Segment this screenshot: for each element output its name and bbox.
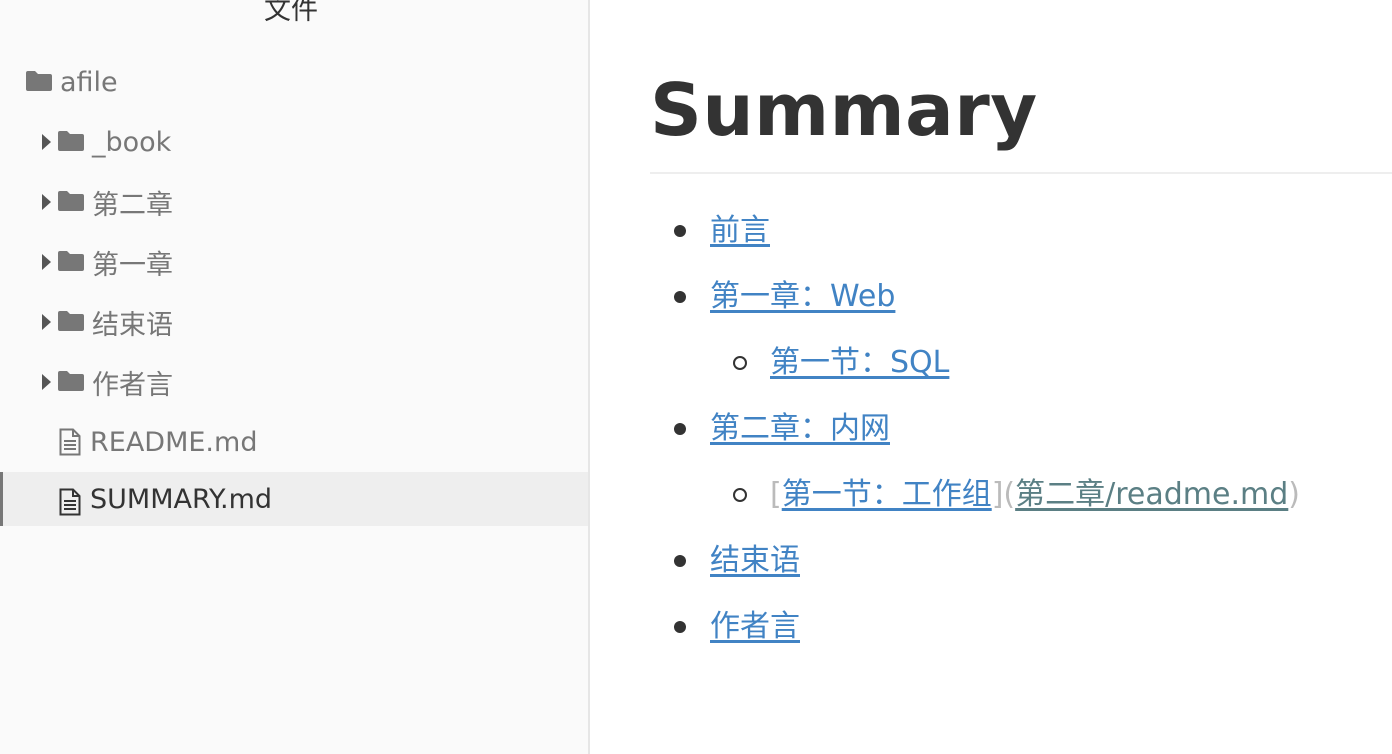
- file-icon: [59, 488, 81, 516]
- toc-link-chapter-2[interactable]: 第二章：内网: [710, 411, 890, 446]
- toc-item: 第二章：内网: [710, 409, 890, 449]
- file-sidebar: 文件 afile _book 第二章 第一章 结束语 作者言 README.md…: [0, 0, 590, 754]
- folder-icon: [58, 311, 84, 331]
- tree-item-label: 第二章: [92, 189, 173, 221]
- toc-item: 作者言: [710, 607, 800, 647]
- toc-link-epilogue[interactable]: 结束语: [710, 543, 800, 578]
- folder-icon: [58, 251, 84, 271]
- markdown-link-url[interactable]: 第二章/readme.md: [1015, 477, 1288, 512]
- markdown-bracket: [: [770, 477, 782, 512]
- bullet-icon: [674, 291, 686, 303]
- tree-file-summary[interactable]: SUMMARY.md: [0, 472, 588, 526]
- tree-item-label: _book: [92, 126, 172, 158]
- toc-item: 结束语: [710, 541, 800, 581]
- sub-bullet-icon: [733, 488, 747, 502]
- tree-item-label: 结束语: [92, 309, 173, 341]
- tree-item-epilogue[interactable]: 结束语: [0, 295, 588, 349]
- app-window: 文件 afile _book 第二章 第一章 结束语 作者言 README.md…: [0, 0, 1392, 754]
- expand-arrow-icon[interactable]: [42, 134, 51, 150]
- tree-item-label: 第一章: [92, 249, 173, 281]
- expand-arrow-icon[interactable]: [42, 314, 51, 330]
- bullet-icon: [674, 555, 686, 567]
- folder-icon: [58, 191, 84, 211]
- heading-divider: [650, 172, 1392, 174]
- tree-item-chapter-2[interactable]: 第二章: [0, 175, 588, 229]
- sub-bullet-icon: [733, 356, 747, 370]
- toc-link-author-note[interactable]: 作者言: [710, 609, 800, 644]
- markdown-bracket: ](: [991, 477, 1016, 512]
- toc-link-chapter-1[interactable]: 第一章：Web: [710, 279, 895, 314]
- toc-item: 第一章：Web: [710, 277, 895, 317]
- tree-item-author-note[interactable]: 作者言: [0, 355, 588, 409]
- toc-link-section-sql[interactable]: 第一节：SQL: [770, 345, 949, 380]
- file-icon: [59, 428, 81, 456]
- page-title: Summary: [650, 68, 1038, 152]
- expand-arrow-icon[interactable]: [42, 194, 51, 210]
- folder-icon: [26, 71, 52, 91]
- toc-item: 前言: [710, 211, 770, 251]
- toc-subitem-raw-link: [第一节：工作组](第二章/readme.md): [770, 475, 1300, 515]
- document-editor[interactable]: Summary 前言 第一章：Web 第一节：SQL 第二章：内网 [第一节：工…: [590, 0, 1392, 754]
- sidebar-title: 文件: [264, 0, 318, 26]
- folder-icon: [58, 131, 84, 151]
- folder-icon: [58, 371, 84, 391]
- tree-root-label: afile: [60, 66, 118, 98]
- tree-root-folder[interactable]: afile: [0, 55, 588, 109]
- tree-item-label: README.md: [90, 426, 258, 458]
- expand-arrow-icon[interactable]: [42, 374, 51, 390]
- tree-item-label: SUMMARY.md: [90, 483, 273, 515]
- tree-item-book[interactable]: _book: [0, 115, 588, 169]
- toc-link-section-workgroup[interactable]: 第一节：工作组: [782, 477, 992, 512]
- bullet-icon: [674, 423, 686, 435]
- toc-subitem: 第一节：SQL: [770, 343, 949, 383]
- markdown-bracket: ): [1288, 477, 1301, 512]
- tree-item-chapter-1[interactable]: 第一章: [0, 235, 588, 289]
- bullet-icon: [674, 225, 686, 237]
- toc-link-preface[interactable]: 前言: [710, 213, 770, 248]
- expand-arrow-icon[interactable]: [42, 254, 51, 270]
- bullet-icon: [674, 621, 686, 633]
- tree-file-readme[interactable]: README.md: [0, 415, 588, 469]
- tree-item-label: 作者言: [92, 369, 173, 401]
